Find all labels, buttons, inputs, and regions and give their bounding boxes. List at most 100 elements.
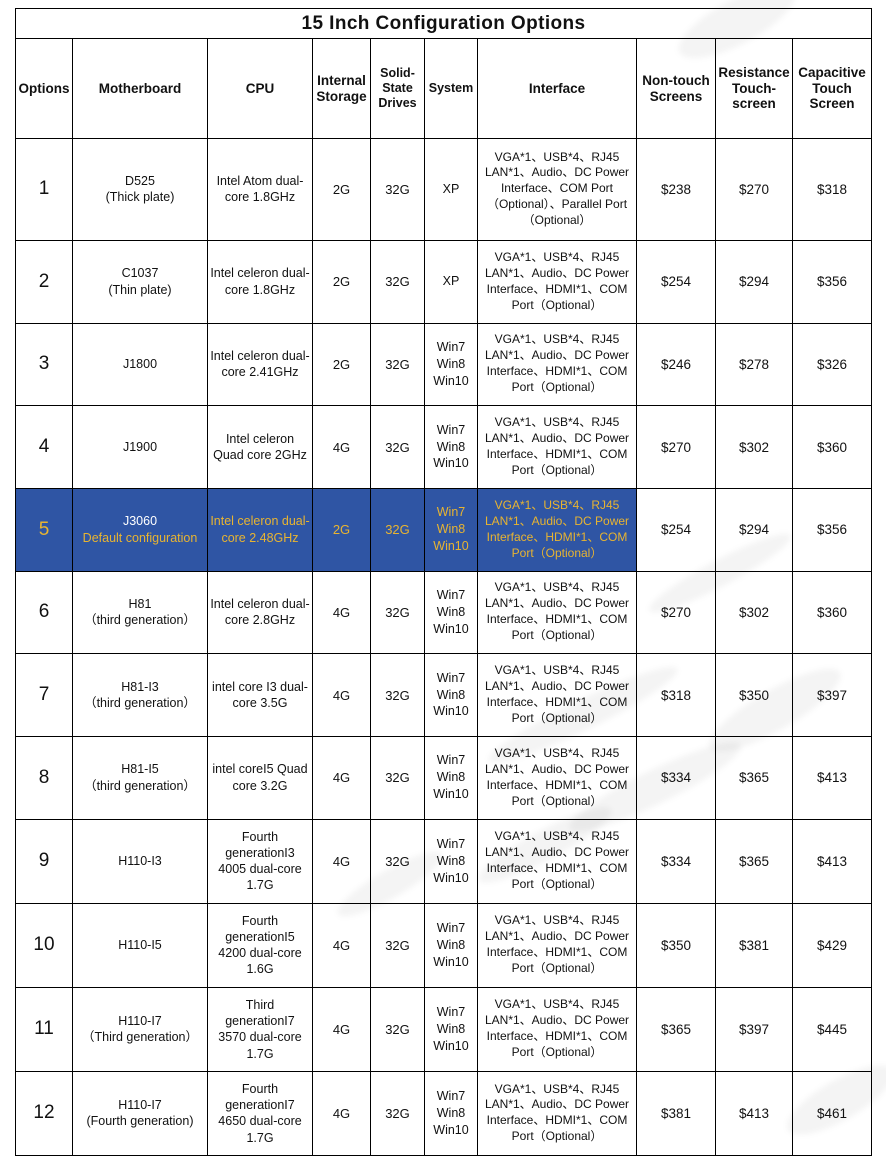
column-header-capacitive-touch-screen: Capacitive Touch Screen (791, 38, 873, 139)
cell-price-resistance-touch: $350 (715, 653, 793, 737)
system-os-line: Win7 (436, 1089, 466, 1104)
cell-motherboard: H81-I3 （third generation） (72, 653, 208, 737)
system-os-line: Win7 (436, 588, 466, 603)
column-header-system: System (424, 38, 478, 139)
cell-solid-state-drive: 32G (370, 653, 425, 737)
cell-internal-storage: 2G (312, 322, 371, 407)
cell-solid-state-drive: 32G (370, 322, 425, 407)
cell-price-resistance-touch: $365 (715, 735, 793, 820)
cell-price-resistance-touch: $302 (715, 405, 793, 489)
table-row: 4 J1900 Intel celeron Quad core 2GHz 4G 32G W… (15, 405, 873, 489)
system-os-line: Win7 (436, 920, 466, 935)
system-os-line: Win8 (436, 937, 466, 952)
table-row: 11 H110-I7 （Third generation） Third generat… (15, 986, 873, 1072)
system-os-line: Win10 (433, 954, 469, 969)
cell-option-number: 1 (15, 138, 73, 241)
system-os-line: Win10 (433, 373, 469, 388)
cell-price-resistance-touch: $302 (715, 570, 793, 655)
cell-price-capacitive-touch: $397 (791, 653, 873, 737)
cell-price-resistance-touch: $381 (715, 902, 793, 988)
cell-price-capacitive-touch: $461 (791, 1070, 873, 1157)
cell-solid-state-drive: 32G (370, 138, 425, 241)
cell-cpu: Intel Atom dual-core 1.8GHz (207, 138, 313, 241)
cell-price-non-touch: $238 (636, 138, 716, 241)
cell-system: Win7 Win8 Win10 (424, 986, 478, 1072)
motherboard-model: J3060 (122, 514, 158, 529)
cell-solid-state-drive: 32G (370, 902, 425, 988)
cell-system: Win7 Win8 Win10 (424, 902, 478, 988)
motherboard-note: （third generation） (84, 778, 196, 793)
system-os-line: Win8 (436, 1105, 466, 1120)
cell-price-capacitive-touch: $318 (791, 138, 873, 241)
cell-motherboard: H110-I3 (72, 818, 208, 904)
column-header-resistance-touchscreen: Resistance Touch-screen (715, 38, 793, 139)
system-os-line: XP (442, 274, 460, 289)
cell-system: Win7 Win8 Win10 (424, 818, 478, 904)
motherboard-model: H81-I5 (121, 762, 159, 777)
system-os-line: Win10 (433, 621, 469, 636)
column-header-solid-state-drives: Solid-State Drives (370, 38, 425, 139)
cell-cpu: Intel celeron dual-core 2.41GHz (207, 322, 313, 407)
cell-system: XP (424, 239, 478, 324)
system-os-line: Win10 (433, 787, 469, 802)
cell-interface: VGA*1、USB*4、RJ45 LAN*1、Audio、DC Power In… (477, 138, 637, 241)
configuration-options-table: 15 Inch Configuration Options Options Mo… (14, 8, 873, 1157)
cell-cpu: intel coreI5 Quad core 3.2G (207, 735, 313, 820)
cell-option-number: 4 (15, 405, 73, 489)
column-header-cpu: CPU (207, 38, 313, 139)
cell-price-non-touch: $270 (636, 570, 716, 655)
motherboard-note: （third generation） (84, 696, 196, 711)
system-os-line: XP (442, 181, 460, 196)
cell-price-capacitive-touch: $326 (791, 322, 873, 407)
cell-cpu: Fourth generationI7 4650 dual-core 1.7G (207, 1070, 313, 1157)
cell-cpu: Intel celeron dual-core 2.48GHz (207, 487, 313, 572)
cell-option-number: 3 (15, 322, 73, 407)
cell-price-resistance-touch: $365 (715, 818, 793, 904)
cell-interface: VGA*1、USB*4、RJ45 LAN*1、Audio、DC Power In… (477, 405, 637, 489)
cell-price-non-touch: $318 (636, 653, 716, 737)
cell-cpu: Third generationI7 3570 dual-core 1.7G (207, 986, 313, 1072)
cell-interface: VGA*1、USB*4、RJ45 LAN*1、Audio、DC Power In… (477, 322, 637, 407)
system-os-line: Win7 (436, 340, 466, 355)
cell-price-capacitive-touch: $360 (791, 405, 873, 489)
cell-solid-state-drive: 32G (370, 570, 425, 655)
cell-system: XP (424, 138, 478, 241)
cell-motherboard: H110-I7 （Third generation） (72, 986, 208, 1072)
system-os-line: Win7 (436, 505, 466, 520)
cell-cpu: Fourth generationI3 4005 dual-core 1.7G (207, 818, 313, 904)
system-os-line: Win7 (436, 753, 466, 768)
cell-option-number: 9 (15, 818, 73, 904)
cell-interface: VGA*1、USB*4、RJ45 LAN*1、Audio、DC Power In… (477, 902, 637, 988)
cell-price-capacitive-touch: $356 (791, 239, 873, 324)
cell-price-resistance-touch: $278 (715, 322, 793, 407)
cell-price-non-touch: $334 (636, 818, 716, 904)
table-row: 12 H110-I7 (Fourth generation) Fourth gener… (15, 1070, 873, 1157)
system-os-line: Win7 (436, 836, 466, 851)
cell-price-non-touch: $270 (636, 405, 716, 489)
cell-price-capacitive-touch: $429 (791, 902, 873, 988)
cell-internal-storage: 4G (312, 570, 371, 655)
system-os-line: Win8 (436, 687, 466, 702)
cell-motherboard: H81-I5 （third generation） (72, 735, 208, 820)
cell-price-non-touch: $254 (636, 487, 716, 572)
cell-cpu: intel core I3 dual-core 3.5G (207, 653, 313, 737)
motherboard-model: H110-I7 (118, 1098, 162, 1113)
cell-solid-state-drive: 32G (370, 986, 425, 1072)
cell-system: Win7 Win8 Win10 (424, 322, 478, 407)
motherboard-model: J1800 (122, 357, 158, 372)
cell-motherboard: C1037 (Thin plate) (72, 239, 208, 324)
cell-motherboard: J1900 (72, 405, 208, 489)
cell-price-capacitive-touch: $356 (791, 487, 873, 572)
cell-price-non-touch: $246 (636, 322, 716, 407)
motherboard-note: (Thick plate) (105, 190, 175, 205)
system-os-line: Win7 (436, 1004, 466, 1019)
cell-interface: VGA*1、USB*4、RJ45 LAN*1、Audio、DC Power In… (477, 239, 637, 324)
cell-option-number: 5 (15, 487, 73, 572)
system-os-line: Win10 (433, 539, 469, 554)
cell-system: Win7 Win8 Win10 (424, 405, 478, 489)
cell-system: Win7 Win8 Win10 (424, 653, 478, 737)
cell-price-non-touch: $254 (636, 239, 716, 324)
cell-internal-storage: 4G (312, 986, 371, 1072)
motherboard-model: H81-I3 (121, 679, 159, 694)
cell-cpu: Intel celeron dual-core 1.8GHz (207, 239, 313, 324)
